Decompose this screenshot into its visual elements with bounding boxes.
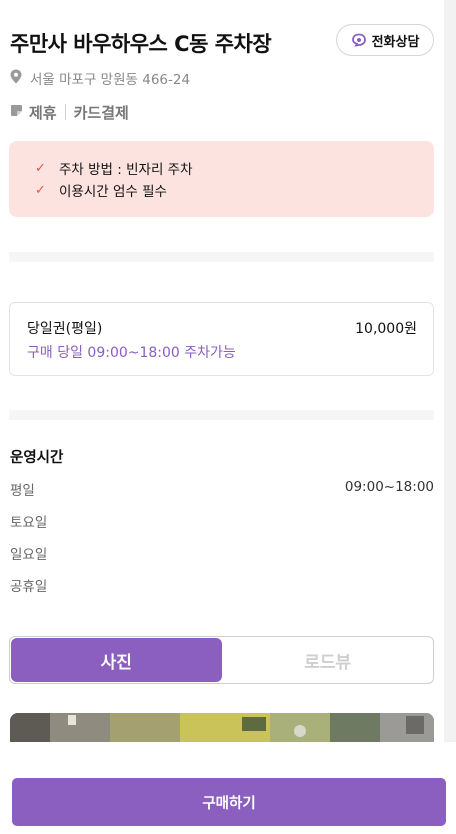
- check-icon: ✓: [35, 160, 46, 176]
- section-divider: [9, 410, 434, 420]
- hours-day: 평일: [10, 483, 35, 499]
- hours-time: 09:00~18:00: [344, 479, 434, 495]
- tag-partner: 제휴: [29, 103, 57, 122]
- tag-icon: [10, 103, 23, 121]
- address-text: 서울 마포구 망원동 466-24: [30, 72, 191, 88]
- hours-day: 토요일: [10, 515, 48, 531]
- notice-box: ✓ 주차 방법 : 빈자리 주차 ✓ 이용시간 엄수 필수: [9, 141, 434, 217]
- parking-photo[interactable]: [10, 713, 434, 743]
- hours-title: 운영시간: [10, 450, 64, 466]
- notice-text: 주차 방법 : 빈자리 주차: [59, 162, 193, 178]
- parking-detail-page: 주만사 바우하우스 C동 주차장 전화상담 서울 마포구 망원동 466-24: [0, 0, 444, 834]
- hours-day: 공휴일: [10, 579, 48, 595]
- ticket-card[interactable]: 당일권(평일) 10,000원 구매 당일 09:00~18:00 주차가능: [9, 302, 434, 376]
- page-title: 주만사 바우하우스 C동 주차장: [10, 32, 272, 56]
- buy-button[interactable]: 구매하기: [12, 778, 446, 826]
- bottom-action-bar: 구매하기: [0, 742, 456, 834]
- notice-item: ✓ 이용시간 엄수 필수: [35, 179, 434, 201]
- media-tab-switch: 사진 로드뷰: [9, 636, 434, 684]
- notice-item: ✓ 주차 방법 : 빈자리 주차: [35, 157, 434, 179]
- call-consult-label: 전화상담: [371, 34, 420, 50]
- hours-row-saturday: 토요일: [10, 511, 434, 531]
- tag-divider: [64, 104, 66, 120]
- scrollbar-track[interactable]: [444, 0, 456, 834]
- section-divider: [9, 252, 434, 262]
- tab-photo[interactable]: 사진: [11, 638, 222, 682]
- ticket-price: 10,000원: [355, 321, 417, 337]
- call-consult-button[interactable]: 전화상담: [336, 24, 434, 56]
- address-row: 서울 마포구 망원동 466-24: [10, 68, 190, 88]
- tags-row: 제휴 카드결제: [10, 101, 129, 123]
- ticket-description: 구매 당일 09:00~18:00 주차가능: [27, 345, 236, 361]
- phone-chat-icon: [351, 33, 367, 47]
- header: 주만사 바우하우스 C동 주차장 전화상담: [10, 22, 434, 62]
- location-pin-icon: [10, 69, 22, 88]
- hours-row-holiday: 공휴일: [10, 575, 434, 595]
- tab-roadview[interactable]: 로드뷰: [223, 637, 434, 683]
- notice-text: 이용시간 엄수 필수: [59, 184, 167, 200]
- hours-row-weekday: 평일 09:00~18:00: [10, 479, 434, 499]
- check-icon: ✓: [35, 182, 46, 198]
- hours-day: 일요일: [10, 547, 48, 563]
- tag-card-payment: 카드결제: [73, 103, 129, 122]
- ticket-name: 당일권(평일): [27, 321, 103, 337]
- hours-row-sunday: 일요일: [10, 543, 434, 563]
